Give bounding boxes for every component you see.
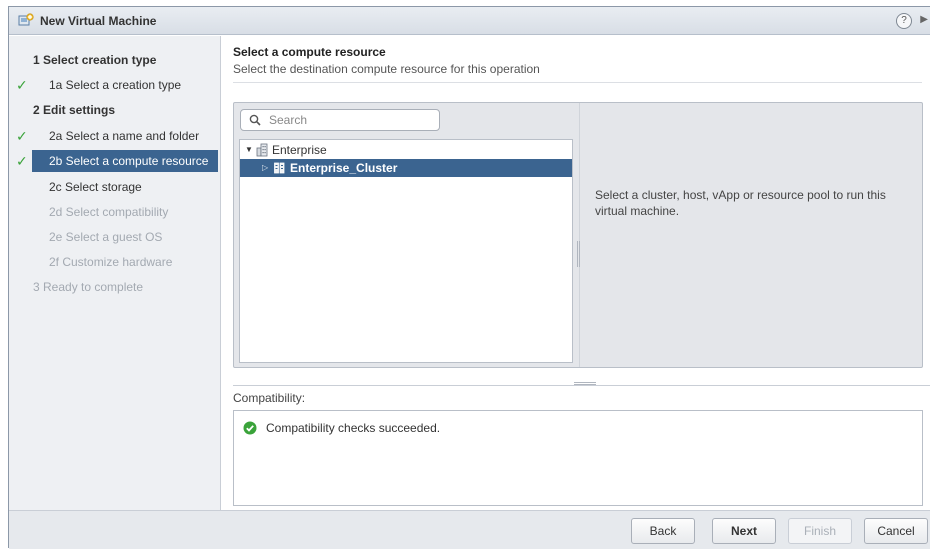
help-icon[interactable]: ? (896, 13, 912, 29)
compatibility-message: Compatibility checks succeeded. (266, 421, 441, 435)
wizard-steps: 1 Select creation type ✓ 1a Select a cre… (9, 36, 221, 510)
tree-node-enterprise-cluster[interactable]: ▷ Enterprise_Cluster (240, 159, 572, 177)
nav-step-2d: 2d Select compatibility (49, 205, 169, 219)
finish-button: Finish (788, 518, 852, 544)
nav-step-1a[interactable]: 1a Select a creation type (49, 74, 181, 96)
next-button[interactable]: Next (712, 518, 776, 544)
search-input[interactable] (267, 112, 433, 128)
compute-resource-panel: ▼ Enterprise ▷ (233, 102, 923, 368)
title-bar: New Virtual Machine ? ▶ (9, 7, 930, 35)
horizontal-divider (233, 385, 930, 386)
compatibility-panel: Compatibility checks succeeded. (233, 410, 923, 506)
datacenter-icon (256, 143, 268, 157)
nav-step-1: 1 Select creation type (33, 53, 157, 67)
page-description: Select the destination compute resource … (233, 62, 540, 76)
horizontal-splitter-handle[interactable] (574, 382, 596, 385)
compatibility-label: Compatibility: (233, 391, 306, 405)
nav-step-2a[interactable]: 2a Select a name and folder (49, 125, 199, 147)
new-vm-icon (18, 13, 34, 26)
header-divider (233, 82, 922, 83)
nav-step-2: 2 Edit settings (33, 103, 116, 117)
nav-step-2c[interactable]: 2c Select storage (49, 176, 142, 198)
main-content: Select a compute resource Select the des… (222, 36, 930, 510)
nav-step-2f: 2f Customize hardware (49, 255, 173, 269)
success-check-icon (243, 421, 257, 435)
tree-node-enterprise[interactable]: ▼ Enterprise (240, 141, 572, 159)
nav-step-3: 3 Ready to complete (33, 280, 144, 294)
search-icon (249, 114, 261, 126)
wizard-window: New Virtual Machine ? ▶ 1 Select creatio… (8, 6, 930, 549)
expand-toggle-icon[interactable]: ▷ (262, 159, 268, 177)
expand-icon[interactable]: ▶ (920, 14, 928, 25)
wizard-footer: Back Next Finish Cancel (9, 510, 930, 549)
window-title: New Virtual Machine (40, 14, 157, 28)
check-icon: ✓ (16, 128, 28, 144)
check-icon: ✓ (16, 77, 28, 93)
vertical-splitter-handle[interactable] (577, 241, 580, 267)
check-icon: ✓ (16, 153, 28, 169)
search-box[interactable] (240, 109, 440, 131)
tree-node-label: Enterprise (272, 143, 327, 157)
inventory-tree: ▼ Enterprise ▷ Enterprise_Cluster (239, 139, 573, 363)
tree-node-label: Enterprise_Cluster (290, 161, 398, 175)
selection-hint: Select a cluster, host, vApp or resource… (595, 188, 886, 218)
page-title: Select a compute resource (233, 45, 386, 59)
nav-step-2e: 2e Select a guest OS (49, 230, 163, 244)
cancel-button[interactable]: Cancel (864, 518, 928, 544)
pane-divider (579, 103, 580, 367)
cluster-icon (274, 162, 285, 174)
nav-step-2b[interactable]: 2b Select a compute resource (32, 150, 218, 172)
expand-toggle-icon[interactable]: ▼ (245, 141, 253, 159)
back-button[interactable]: Back (631, 518, 695, 544)
